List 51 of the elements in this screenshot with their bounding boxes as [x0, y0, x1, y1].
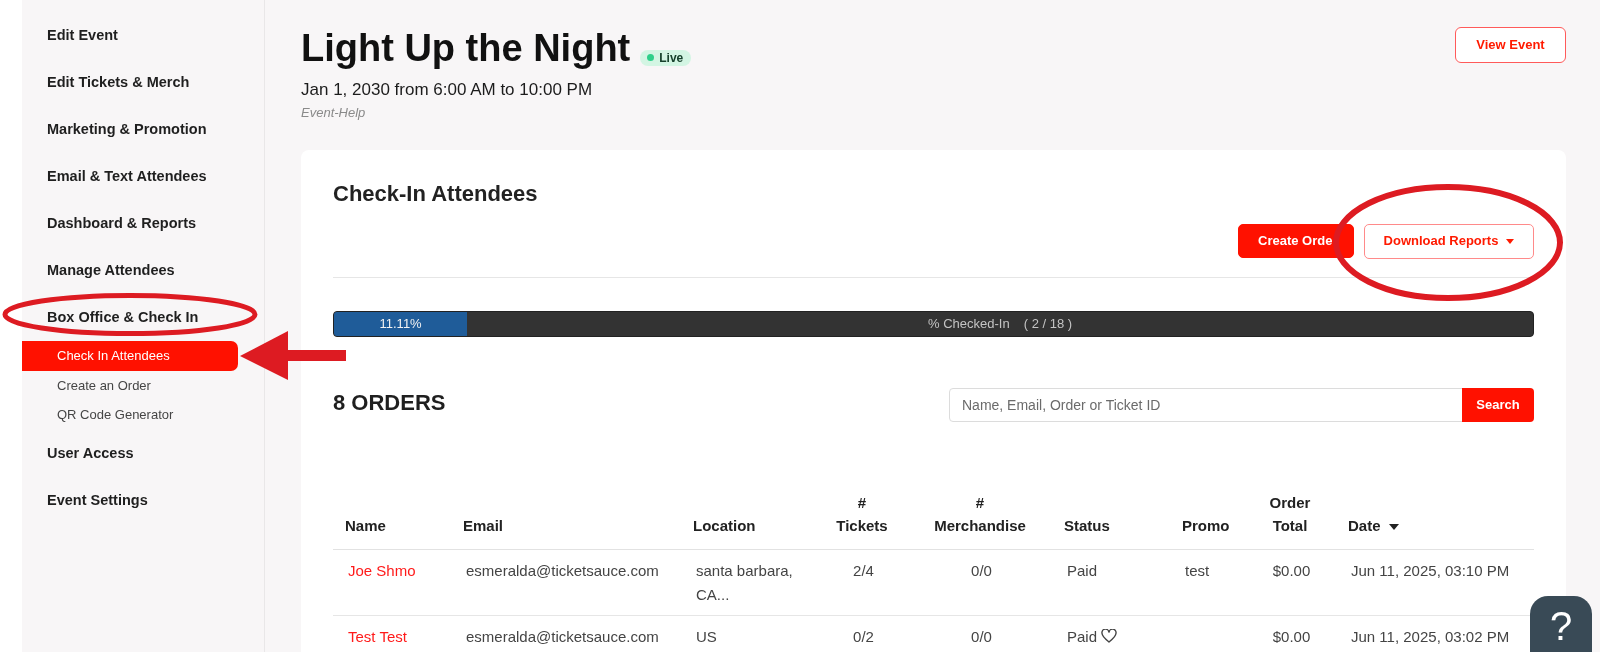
event-title: Light Up the Night [301, 26, 631, 71]
table-cell: 2/4 [816, 549, 908, 616]
orders-heading: 8 ORDERS [333, 389, 446, 416]
progress-count: ( 2 / 18 ) [1023, 314, 1073, 333]
table-cell: $0.00 [1244, 549, 1336, 616]
sidebar-item[interactable]: Event Settings [47, 491, 148, 509]
dropdown-button[interactable]: Download Reports [1364, 223, 1534, 259]
sidebar-item[interactable]: User Access [47, 444, 134, 462]
table-cell: US [681, 615, 816, 649]
column-header: Promo [1182, 515, 1230, 536]
table-cell: esmeralda@ticketsauce.com [451, 549, 681, 616]
table-cell: esmeralda@ticketsauce.com [451, 615, 681, 649]
progress-label: % Checked-In [928, 314, 1010, 333]
column-header: Order Total [1269, 492, 1311, 536]
name-link[interactable]: Test Test [348, 627, 407, 645]
progress-fill: 11.11% [334, 311, 468, 336]
search-button[interactable]: Search [1462, 387, 1534, 422]
sidebar-subitem[interactable]: Create an Order [22, 370, 238, 400]
table-cell: santa barbara, CA... [681, 549, 816, 616]
column-header[interactable]: Date [1348, 513, 1381, 537]
sidebar-item[interactable]: Manage Attendees [47, 260, 175, 279]
column-header: # Tickets [836, 492, 888, 536]
sidebar-item[interactable]: Edit Tickets & Merch [47, 72, 190, 91]
event-schedule: Jan 1, 2030 from 6:00 AM to 10:00 PM [301, 78, 594, 101]
table-cell: 0/2 [816, 615, 908, 649]
status-label: Live [659, 50, 684, 65]
help-button[interactable]: ? [1530, 596, 1592, 652]
table-cell: 0/0 [908, 615, 1052, 649]
column-header: Email [463, 515, 504, 536]
table-cell: 0/0 [908, 549, 1052, 616]
action-button[interactable]: Create Orde [1238, 223, 1354, 258]
table-cell: $0.00 [1244, 615, 1336, 649]
event-category: Event-Help [301, 103, 367, 122]
view-event-button[interactable]: View Event [1455, 27, 1566, 63]
status-dot-icon [647, 54, 655, 61]
column-header: # Merchandise [934, 492, 1026, 536]
column-header: Status [1064, 515, 1110, 536]
status-text: Paid [1067, 561, 1098, 579]
search-field[interactable]: Name, Email, Order or Ticket ID [949, 387, 1463, 422]
sidebar-item[interactable]: Marketing & Promotion [47, 119, 207, 138]
column-header: Name [345, 515, 386, 536]
sidebar-item[interactable]: Dashboard & Reports [47, 213, 197, 232]
sidebar-subitem[interactable]: QR Code Generator [22, 400, 238, 430]
sidebar-item[interactable]: Email & Text Attendees [47, 166, 207, 185]
panel-title: Check-In Attendees [333, 180, 539, 207]
table-cell: test [1170, 549, 1244, 616]
sidebar-item[interactable]: Edit Event [47, 25, 118, 44]
column-header: Location [693, 515, 756, 536]
name-link[interactable]: Joe Shmo [348, 561, 416, 579]
sidebar-subitem[interactable]: Check In Attendees [22, 341, 238, 371]
status-text: Paid [1067, 627, 1098, 645]
